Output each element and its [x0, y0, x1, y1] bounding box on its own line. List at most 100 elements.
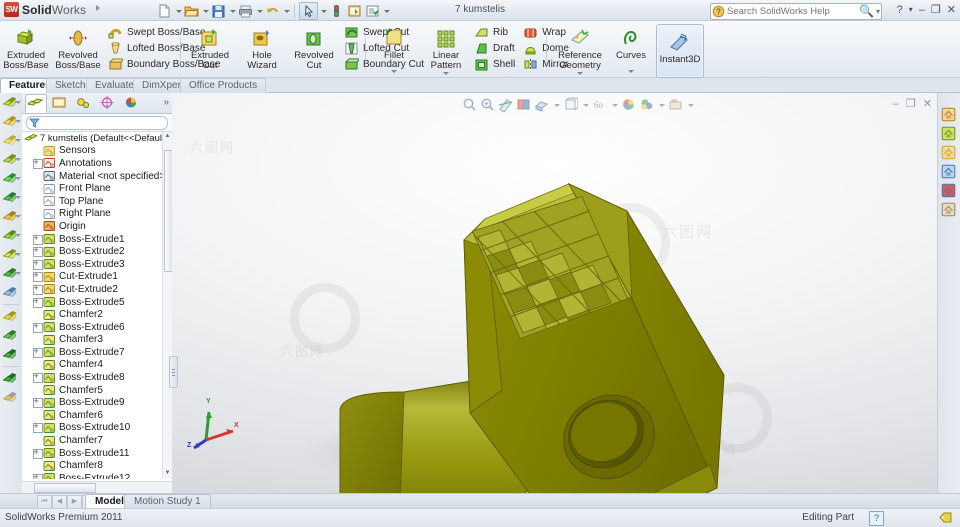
left-toolbar-sketch-tool[interactable]	[0, 307, 22, 326]
reference-geometry-button[interactable]: Reference Geometry	[550, 21, 610, 75]
feature-tree-expander[interactable]	[32, 158, 43, 169]
feature-tree-expander[interactable]	[32, 284, 43, 295]
task-pane-appearances-icon[interactable]	[938, 181, 960, 200]
feature-tree-expander[interactable]	[32, 372, 43, 383]
feature-tree-scrollbar[interactable]: ▲ ▼	[162, 132, 172, 479]
hole-wizard-tool-dropdown-icon[interactable]	[15, 215, 21, 218]
fm-tab-feature-tree[interactable]	[25, 94, 47, 113]
curves-tool-dropdown-icon[interactable]	[15, 272, 21, 275]
close-button[interactable]: ✕	[947, 3, 956, 16]
fillet-button[interactable]: Fillet	[368, 21, 420, 73]
feature-tree-item[interactable]: Cut-Extrude2	[22, 283, 172, 296]
search-submit-icon[interactable]: 🔍	[859, 4, 874, 18]
feature-tree-expander[interactable]	[32, 297, 43, 308]
scroll-down-arrow-icon[interactable]: ▼	[164, 470, 171, 478]
feature-tree-item[interactable]: Boss-Extrude3	[22, 258, 172, 271]
task-pane-search-properties-icon[interactable]	[938, 162, 960, 181]
left-toolbar-hole-wizard-tool[interactable]	[0, 207, 22, 226]
feature-tree-expander[interactable]	[32, 246, 43, 257]
feature-tree-item[interactable]: Chamfer7	[22, 434, 172, 447]
feature-tree-filter-input[interactable]	[26, 116, 168, 130]
left-toolbar-mate-tool[interactable]	[0, 388, 22, 407]
hide-show-icon[interactable]	[563, 97, 578, 112]
save-screen-capture-icon[interactable]	[668, 97, 683, 112]
left-toolbar-line-tool[interactable]	[0, 326, 22, 345]
curves-dropdown-arrow-icon[interactable]	[628, 70, 634, 73]
feature-tree-expander[interactable]	[32, 271, 43, 282]
left-toolbar-reference-geometry-tool[interactable]	[0, 245, 22, 264]
graphics-area[interactable]: 六图网 六图网 六图网 六图网	[172, 93, 938, 493]
fm-tab-property-manager[interactable]	[49, 94, 71, 113]
feature-tree-expander[interactable]	[32, 448, 43, 459]
feature-tree-expander[interactable]	[32, 322, 43, 333]
feature-tree-expander[interactable]	[32, 234, 43, 245]
view-settings-dropdown-icon[interactable]	[657, 97, 665, 112]
curves-button[interactable]: Curves	[610, 21, 652, 73]
feature-tree-item[interactable]: Boss-Extrude8	[22, 371, 172, 384]
minimize-button[interactable]: –	[919, 4, 925, 16]
left-toolbar-instant3d-tool[interactable]	[0, 283, 22, 302]
extruded-boss-tool-dropdown-icon[interactable]	[15, 101, 21, 104]
draft-button[interactable]: Draft	[474, 41, 515, 56]
feature-tree-item[interactable]: Top Plane	[22, 195, 172, 208]
feature-tree-item[interactable]: Chamfer3	[22, 334, 172, 347]
edit-appearance-dropdown-icon[interactable]	[610, 97, 618, 112]
save-screen-capture-dropdown-icon[interactable]	[686, 97, 694, 112]
left-toolbar-linear-pattern-tool[interactable]	[0, 226, 22, 245]
scroll-up-arrow-icon[interactable]: ▲	[164, 133, 171, 141]
feature-tree-scroll-thumb[interactable]	[164, 150, 172, 272]
feature-tree-hscroll-thumb[interactable]	[34, 483, 96, 493]
part-3d-model[interactable]	[172, 93, 938, 493]
shell-tool-dropdown-icon[interactable]	[15, 177, 21, 180]
feature-tree[interactable]: 7 kumstelis (Default<<Default SensorsAnn…	[22, 132, 172, 479]
feature-tree-item[interactable]: Boss-Extrude7	[22, 346, 172, 359]
fillet-dropdown-arrow-icon[interactable]	[391, 70, 397, 73]
revolved-boss-base-button[interactable]: Revolved Boss/Base	[52, 21, 104, 71]
draft-tool-dropdown-icon[interactable]	[15, 196, 21, 199]
help-button[interactable]: ?	[897, 4, 903, 16]
linear-pattern-button[interactable]: Linear Pattern	[420, 21, 472, 75]
feature-tree-item[interactable]: Right Plane	[22, 208, 172, 221]
fm-tab-configuration-manager[interactable]	[73, 94, 95, 113]
feature-tree-item[interactable]: Chamfer2	[22, 308, 172, 321]
feature-tree-hscrollbar[interactable]	[22, 481, 172, 493]
feature-manager-more-icon[interactable]: »	[163, 97, 169, 108]
task-pane-file-explorer-icon[interactable]	[938, 143, 960, 162]
zoom-to-area-icon[interactable]	[480, 97, 495, 112]
feature-tree-item[interactable]: Boss-Extrude1	[22, 233, 172, 246]
feature-tree-item[interactable]: Boss-Extrude12	[22, 472, 172, 479]
left-toolbar-fillet-tool[interactable]	[0, 131, 22, 150]
reference-geometry-tool-dropdown-icon[interactable]	[15, 253, 21, 256]
feature-tree-item[interactable]: Sensors	[22, 145, 172, 158]
left-toolbar-draft-tool[interactable]	[0, 188, 22, 207]
search-dropdown-icon[interactable]: ▾	[876, 7, 880, 16]
fm-tab-display-manager[interactable]	[121, 94, 143, 113]
apply-scene-icon[interactable]	[621, 97, 636, 112]
status-units-button[interactable]: ?	[869, 511, 884, 526]
feature-tree-item[interactable]: Boss-Extrude2	[22, 245, 172, 258]
nav-next-button[interactable]: ▶	[67, 495, 82, 509]
feature-tree-expander[interactable]	[32, 422, 43, 433]
left-toolbar-shell-tool[interactable]	[0, 169, 22, 188]
view-settings-icon[interactable]	[639, 97, 654, 112]
feature-tree-item[interactable]: Boss-Extrude11	[22, 447, 172, 460]
restore-button[interactable]: ❐	[931, 3, 941, 16]
feature-tree-item[interactable]: Boss-Extrude9	[22, 396, 172, 409]
feature-tree-expander[interactable]	[32, 397, 43, 408]
feature-tree-item[interactable]: Boss-Extrude6	[22, 321, 172, 334]
bottom-tab-motion-study[interactable]: Motion Study 1	[124, 494, 211, 508]
rib-button[interactable]: Rib	[474, 25, 515, 40]
extruded-boss-base-button[interactable]: Extruded Boss/Base	[0, 21, 52, 71]
instant3d-button[interactable]: Instant3D	[656, 24, 704, 78]
view-orientation-icon[interactable]	[516, 97, 531, 112]
document-close-button[interactable]: ✕	[923, 97, 932, 110]
feature-tree-item[interactable]: Chamfer6	[22, 409, 172, 422]
revolved-cut-button[interactable]: Revolved Cut	[288, 21, 340, 71]
task-pane-home-icon[interactable]	[938, 105, 960, 124]
feature-tree-expander[interactable]	[32, 347, 43, 358]
rib-tool-dropdown-icon[interactable]	[15, 158, 21, 161]
tag-icon[interactable]	[939, 512, 952, 523]
fillet-tool-dropdown-icon[interactable]	[15, 139, 21, 142]
fm-tab-dimxpert-manager[interactable]	[97, 94, 119, 113]
feature-tree-item[interactable]: Annotations	[22, 157, 172, 170]
